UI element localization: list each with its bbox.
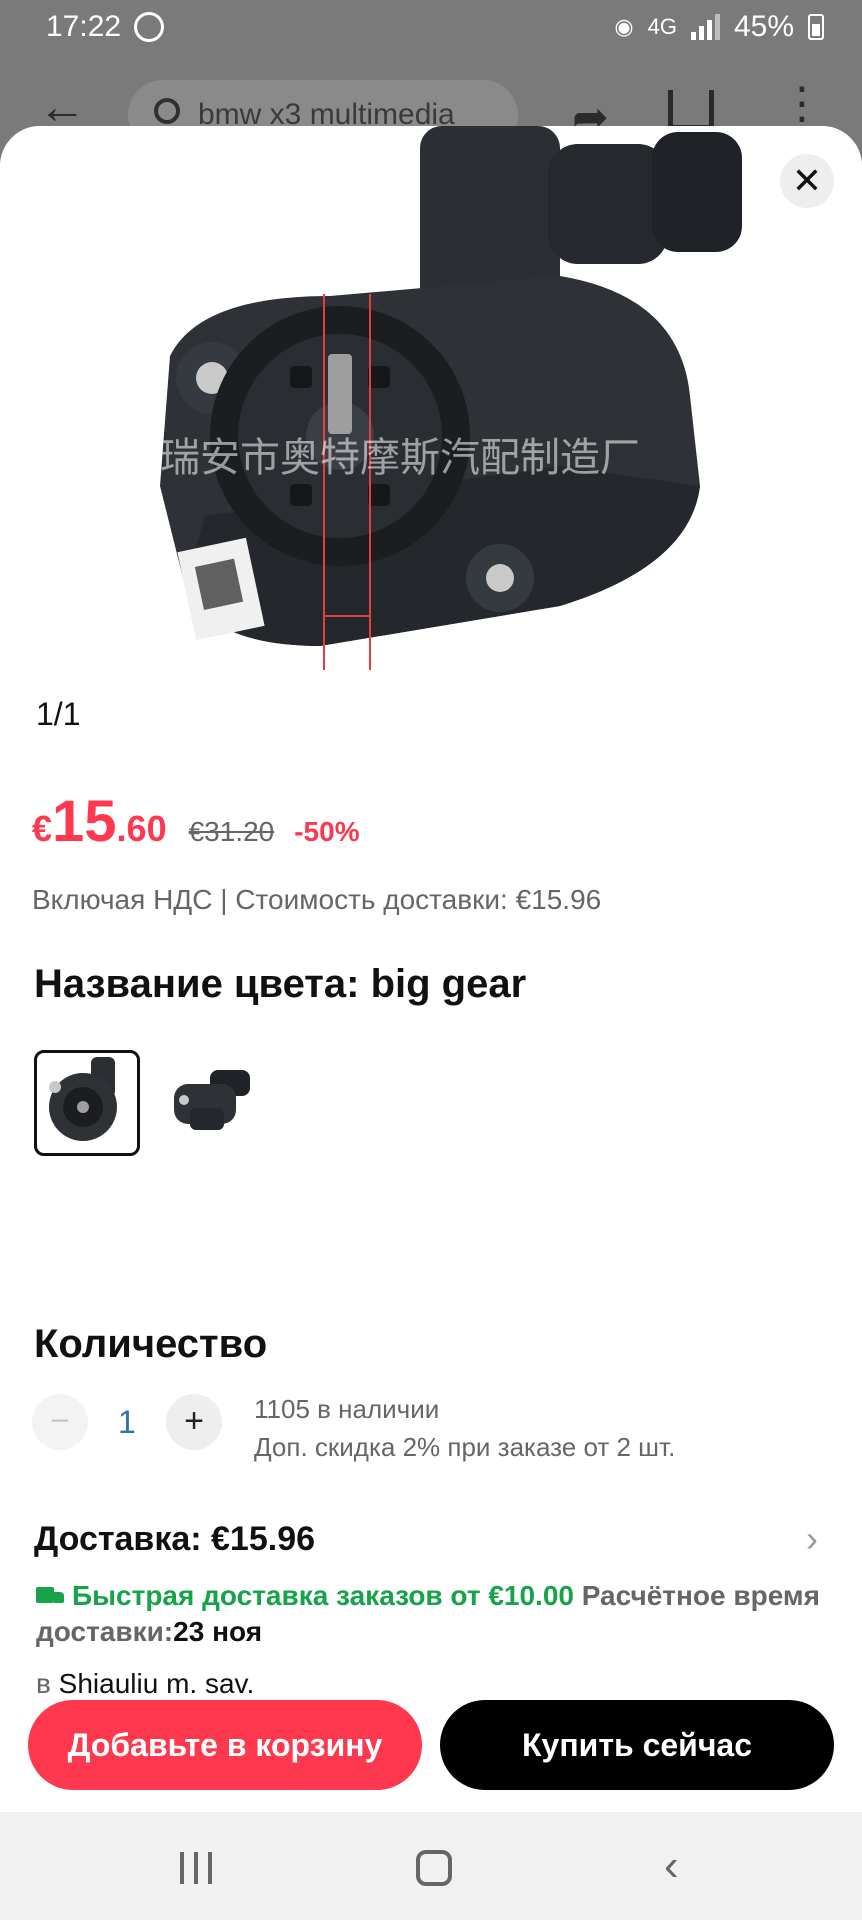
bulk-discount: Доп. скидка 2% при заказе от 2 шт. xyxy=(254,1432,676,1462)
product-photo: 瑞安市奥特摩斯汽配制造厂 xyxy=(160,126,742,670)
stock-count: 1105 в наличии xyxy=(254,1394,440,1424)
truck-icon xyxy=(36,1587,66,1607)
product-image[interactable]: 瑞安市奥特摩斯汽配制造厂 ✕ xyxy=(0,126,862,670)
color-swatch-small-gear[interactable] xyxy=(164,1050,270,1156)
tax-shipping-note: Включая НДС | Стоимость доставки: €15.96 xyxy=(32,884,602,915)
battery-percent: 45% xyxy=(733,10,794,43)
quantity-value[interactable]: 1 xyxy=(118,1404,136,1441)
delivery-estimate-date: 23 ноя xyxy=(173,1616,263,1647)
more-icon[interactable]: ⋮ xyxy=(780,82,824,126)
swatch-thumb-big-gear xyxy=(49,1057,117,1141)
cart-icon[interactable] xyxy=(668,90,714,130)
ship-from: в Shiauliu m. sav. xyxy=(36,1668,254,1700)
price-decimal: .60 xyxy=(116,808,167,849)
quantity-plus-button[interactable]: + xyxy=(166,1394,222,1450)
battery-icon xyxy=(808,14,824,40)
quantity-minus-button[interactable]: − xyxy=(32,1394,88,1450)
nav-back-icon[interactable]: ‹ xyxy=(664,1844,679,1888)
ship-from-place: Shiauliu m. sav. xyxy=(58,1668,255,1699)
system-nav-bar: ‹ xyxy=(0,1812,862,1920)
quantity-title: Количество xyxy=(34,1322,268,1366)
sku-bottom-sheet: 瑞安市奥特摩斯汽配制造厂 ✕ 1/1 € 15 .60 €31.20 -50% … xyxy=(0,126,862,1812)
call-icon xyxy=(134,12,164,42)
color-swatch-big-gear[interactable] xyxy=(34,1050,140,1156)
home-icon[interactable] xyxy=(416,1850,452,1886)
color-swatches xyxy=(34,1050,270,1156)
recent-apps-icon[interactable] xyxy=(180,1852,212,1884)
discount-badge: -50% xyxy=(294,816,360,847)
back-arrow-icon[interactable]: ← xyxy=(38,84,86,132)
buy-now-button[interactable]: Купить сейчас xyxy=(440,1700,834,1790)
stock-info: 1105 в наличии Доп. скидка 2% при заказе… xyxy=(254,1390,675,1466)
add-to-cart-button[interactable]: Добавьте в корзину xyxy=(28,1700,422,1790)
signal-icon xyxy=(690,14,720,40)
fast-delivery-label: Быстрая доставка заказов от €10.00 xyxy=(72,1580,574,1611)
app-header: ← bmw x3 multimedia ➦ ⋮ xyxy=(0,64,862,150)
status-bar: 17:22 ◉ 4G 45% xyxy=(0,0,862,56)
ship-from-prefix: в xyxy=(36,1668,51,1699)
hotspot-icon: ◉ xyxy=(614,14,634,39)
image-counter: 1/1 xyxy=(36,696,81,732)
price-integer: 15 xyxy=(52,789,117,854)
status-right: ◉ 4G 45% xyxy=(614,10,824,44)
delivery-title[interactable]: Доставка: €15.96 xyxy=(34,1520,315,1559)
close-button[interactable]: ✕ xyxy=(780,154,834,208)
old-price: €31.20 xyxy=(188,816,275,847)
status-time: 17:22 xyxy=(46,10,122,43)
product-watermark: 瑞安市奥特摩斯汽配制造厂 xyxy=(160,435,640,481)
search-icon xyxy=(154,98,180,124)
network-type: 4G xyxy=(647,14,677,39)
chevron-right-icon[interactable]: › xyxy=(806,1518,818,1560)
price-currency: € xyxy=(32,808,53,849)
color-title: Название цвета: big gear xyxy=(34,962,527,1006)
fast-delivery-info: Быстрая доставка заказов от €10.00 Расчё… xyxy=(36,1578,826,1650)
action-bar: Добавьте в корзину Купить сейчас xyxy=(0,1700,862,1812)
swatch-thumb-small-gear xyxy=(174,1070,250,1130)
price-row: € 15 .60 €31.20 -50% xyxy=(32,788,360,855)
